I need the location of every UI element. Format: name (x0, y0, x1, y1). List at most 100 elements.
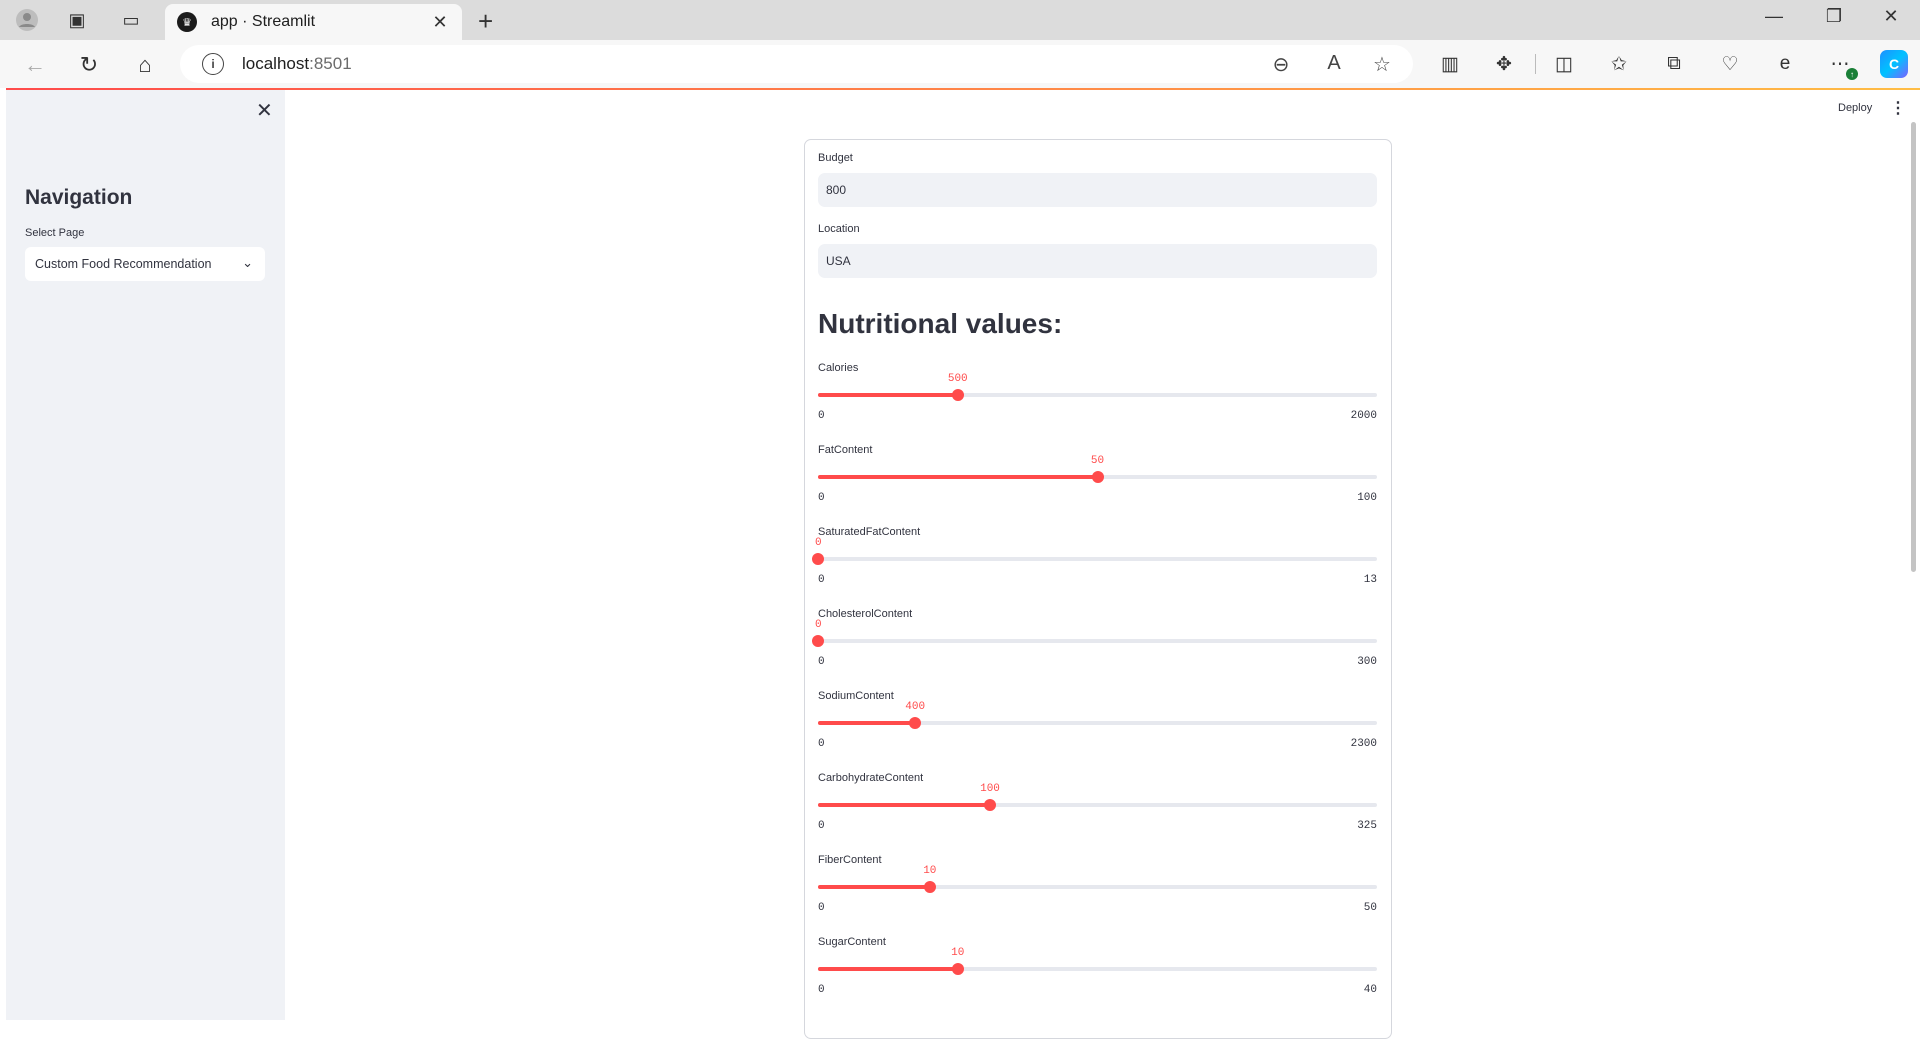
select-page-value: Custom Food Recommendation (35, 257, 212, 271)
main-menu-icon[interactable]: ⋮ (1890, 98, 1906, 118)
slider-fill (818, 967, 958, 971)
minimize-icon[interactable]: — (1751, 6, 1797, 27)
slider-thumb[interactable] (812, 635, 824, 647)
slider-fibercontent[interactable]: FiberContent 10 0 50 (818, 854, 1377, 936)
new-tab-icon[interactable]: + (478, 6, 493, 37)
slider-thumb[interactable] (984, 799, 996, 811)
tab-actions-icon[interactable]: ▭ (118, 8, 144, 32)
scrollbar[interactable] (1911, 122, 1916, 572)
budget-label: Budget (818, 152, 853, 164)
slider-track[interactable] (812, 553, 1377, 565)
slider-max: 325 (1357, 820, 1377, 832)
slider-max: 13 (1363, 574, 1377, 586)
location-input[interactable]: USA (818, 244, 1377, 278)
tab-title: app · Streamlit (211, 13, 316, 30)
streamlit-app: ✕ Navigation Select Page Custom Food Rec… (6, 90, 1920, 1039)
close-window-icon[interactable]: ✕ (1868, 6, 1914, 27)
slider-max: 100 (1357, 492, 1377, 504)
slider-label: SodiumContent (818, 690, 894, 702)
zoom-out-icon[interactable]: ⊖ (1267, 52, 1295, 77)
slider-thumb[interactable] (812, 553, 824, 565)
slider-saturatedfatcontent[interactable]: SaturatedFatContent 0 0 13 (812, 526, 1377, 608)
slider-label: CarbohydrateContent (818, 772, 924, 784)
home-icon[interactable]: ⌂ (130, 52, 160, 78)
extension-icon[interactable]: ▥ (1436, 50, 1464, 78)
slider-thumb[interactable] (951, 389, 964, 401)
slider-thumb[interactable] (923, 881, 936, 893)
back-icon[interactable]: ← (20, 52, 50, 78)
nutritional-values-heading: Nutritional values: (818, 308, 1063, 339)
slider-value: 0 (815, 619, 822, 631)
budget-input[interactable]: 800 (818, 173, 1377, 207)
slider-sodiumcontent[interactable]: SodiumContent 400 0 2300 (818, 690, 1377, 772)
slider-label: SaturatedFatContent (818, 526, 921, 538)
slider-min: 0 (818, 738, 825, 750)
toolbar-separator (1535, 54, 1536, 74)
profile-icon[interactable] (14, 8, 40, 32)
slider-min: 0 (818, 984, 825, 996)
more-options-icon[interactable]: ⋯ ↑ (1826, 50, 1858, 80)
slider-label: CholesterolContent (818, 608, 913, 620)
slider-label: FatContent (818, 444, 873, 456)
slider-value: 500 (947, 373, 968, 385)
slider-label: FiberContent (818, 854, 882, 866)
favorites-icon[interactable]: ✩ (1605, 50, 1633, 78)
reload-icon[interactable]: ↻ (74, 52, 104, 78)
edge-icon[interactable]: e (1771, 50, 1799, 78)
extensions-puzzle-icon[interactable]: ✥ (1490, 50, 1518, 78)
slider-fill (818, 475, 1098, 479)
browser-essentials-icon[interactable]: ♡ (1716, 50, 1744, 78)
slider-track[interactable] (818, 717, 1377, 729)
slider-sugarcontent[interactable]: SugarContent 10 0 40 (818, 936, 1377, 1018)
slider-value: 0 (815, 537, 822, 549)
recommendation-form: Budget 800 Location USA Nutritional valu… (804, 139, 1392, 1039)
slider-min: 0 (818, 492, 825, 504)
select-page-label: Select Page (25, 227, 85, 239)
location-label: Location (818, 223, 860, 235)
streamlit-favicon-icon: ♛ (177, 12, 197, 32)
address-bar[interactable]: i localhost:8501 ⊖ A ☆ (180, 45, 1413, 83)
slider-thumb[interactable] (909, 717, 922, 729)
slider-track[interactable] (818, 471, 1377, 483)
slider-value: 10 (923, 865, 937, 877)
collections-icon[interactable]: ⧉ (1660, 50, 1688, 78)
close-sidebar-icon[interactable]: ✕ (256, 98, 273, 123)
slider-max: 2000 (1350, 410, 1377, 422)
restore-icon[interactable]: ❐ (1811, 6, 1857, 27)
slider-min: 0 (818, 410, 825, 422)
favorite-star-icon[interactable]: ☆ (1368, 52, 1396, 77)
sidebar-title: Navigation (25, 186, 133, 209)
slider-thumb[interactable] (1091, 471, 1104, 483)
workspaces-icon[interactable]: ▣ (64, 8, 90, 32)
browser-nav-bar: ← ↻ ⌂ i localhost:8501 ⊖ A ☆ ▥ ✥ ◫ ✩ ⧉ ♡… (0, 40, 1920, 88)
slider-fatcontent[interactable]: FatContent 50 0 100 (818, 444, 1377, 526)
slider-value: 100 (980, 783, 1000, 795)
slider-label: Calories (818, 362, 859, 374)
slider-track[interactable] (818, 799, 1377, 811)
slider-track[interactable] (818, 881, 1377, 893)
browser-tab-bar: ▣ ▭ ♛ app · Streamlit ✕ + — ❐ ✕ (0, 0, 1920, 40)
slider-track[interactable] (818, 389, 1377, 401)
split-screen-icon[interactable]: ◫ (1550, 50, 1578, 78)
slider-fill (818, 885, 930, 889)
select-page-dropdown[interactable]: Custom Food Recommendation ⌄ (25, 247, 265, 281)
read-aloud-icon[interactable]: A (1320, 52, 1348, 75)
slider-max: 40 (1363, 984, 1377, 996)
slider-track[interactable] (818, 963, 1377, 975)
slider-value: 400 (905, 701, 926, 713)
browser-tab[interactable]: ♛ app · Streamlit ✕ (165, 4, 462, 40)
slider-track[interactable] (812, 635, 1377, 647)
slider-thumb[interactable] (951, 963, 964, 975)
slider-carbohydratecontent[interactable]: CarbohydrateContent 100 0 325 (818, 772, 1377, 854)
update-badge-icon: ↑ (1846, 68, 1858, 80)
site-info-icon[interactable]: i (202, 53, 224, 75)
slider-cholesterolcontent[interactable]: CholesterolContent 0 0 300 (812, 608, 1377, 690)
slider-calories[interactable]: Calories 500 0 2000 (818, 362, 1377, 444)
sidebar: ✕ Navigation Select Page Custom Food Rec… (6, 90, 285, 1020)
deploy-button[interactable]: Deploy (1838, 102, 1872, 114)
slider-label: SugarContent (818, 936, 886, 948)
slider-max: 50 (1363, 902, 1377, 914)
close-tab-icon[interactable]: ✕ (428, 12, 452, 33)
copilot-icon[interactable]: C (1880, 50, 1908, 78)
slider-fill (818, 803, 990, 807)
